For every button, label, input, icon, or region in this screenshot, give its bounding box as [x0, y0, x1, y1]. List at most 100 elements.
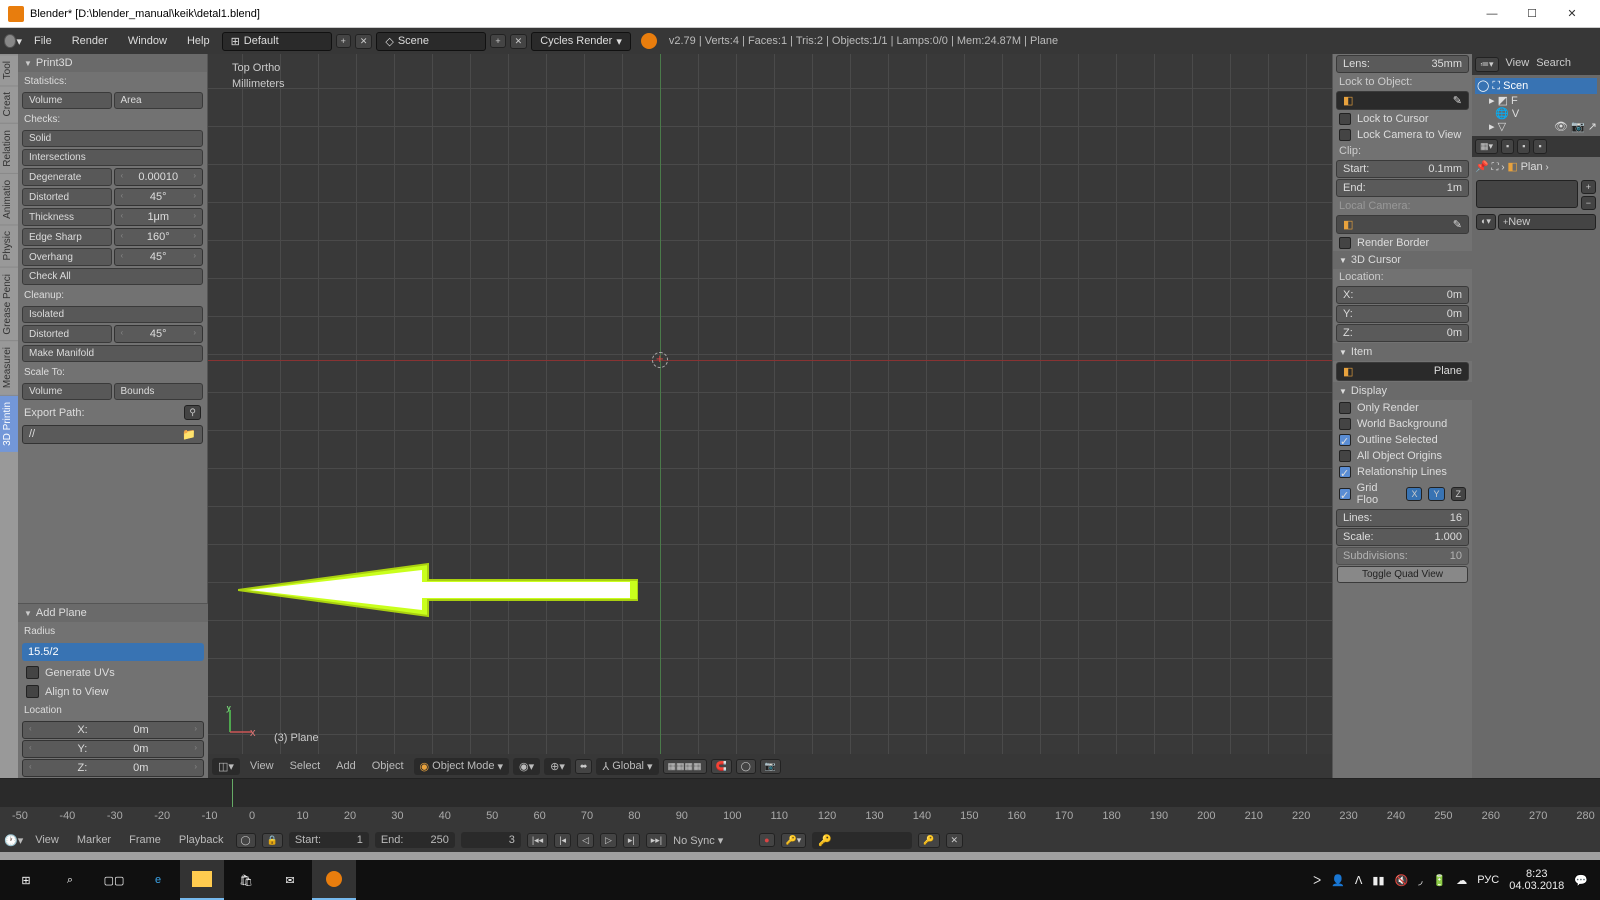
- checkall-button[interactable]: Check All: [22, 268, 203, 285]
- start-button[interactable]: ⊞: [4, 860, 48, 900]
- remove-slot-button[interactable]: −: [1581, 196, 1596, 210]
- gridfloor-checkbox[interactable]: ✓: [1339, 488, 1351, 500]
- sync-dropdown[interactable]: No Sync ▾: [673, 834, 753, 847]
- jump-start-button[interactable]: |◂◂: [527, 833, 548, 848]
- folder-icon[interactable]: 📁: [182, 428, 196, 441]
- lock-camera-checkbox[interactable]: [1339, 129, 1351, 141]
- grid-x-toggle[interactable]: X: [1406, 487, 1422, 501]
- volume-button[interactable]: Volume: [22, 92, 112, 109]
- language-indicator[interactable]: РУС: [1477, 874, 1499, 886]
- record-button[interactable]: ●: [759, 833, 774, 847]
- maximize-button[interactable]: ☐: [1512, 0, 1552, 28]
- edge-icon[interactable]: e: [136, 860, 180, 900]
- tab-physics[interactable]: Physic: [0, 224, 18, 266]
- new-material-button[interactable]: +New: [1498, 214, 1596, 230]
- tl-frame[interactable]: Frame: [123, 834, 167, 846]
- tray-up-icon[interactable]: ᐱ: [1355, 874, 1363, 887]
- people-icon[interactable]: 👤: [1331, 874, 1345, 887]
- shading-dropdown[interactable]: ◉▾: [513, 758, 540, 775]
- generate-uvs-checkbox[interactable]: [26, 666, 39, 679]
- jump-end-button[interactable]: ▸▸|: [646, 833, 667, 848]
- volume2-button[interactable]: Volume: [22, 383, 112, 400]
- scene-dropdown[interactable]: ◇Scene: [376, 32, 486, 51]
- tab-3dprint[interactable]: 3D Printin: [0, 395, 18, 452]
- material-slot[interactable]: [1476, 180, 1578, 208]
- lock-object-field[interactable]: ◧✎: [1336, 91, 1469, 110]
- outliner-type-icon[interactable]: ≔▾: [1475, 57, 1499, 72]
- location-x[interactable]: ‹X:0m›: [22, 721, 204, 739]
- keying-dropdown[interactable]: 🔑▾: [781, 833, 807, 848]
- pin-icon[interactable]: 📌: [1475, 161, 1489, 173]
- operator-header[interactable]: Add Plane: [18, 604, 208, 622]
- playhead[interactable]: [232, 779, 233, 807]
- mail-icon[interactable]: ✉: [268, 860, 312, 900]
- vh-add[interactable]: Add: [330, 760, 362, 772]
- minimize-button[interactable]: —: [1472, 0, 1512, 28]
- add-scene-button[interactable]: +: [490, 34, 505, 48]
- add-slot-button[interactable]: +: [1581, 180, 1596, 194]
- item-header[interactable]: Item: [1333, 343, 1472, 361]
- overhang-value[interactable]: ‹45°›: [114, 248, 204, 266]
- cursor-y[interactable]: Y:0m: [1336, 305, 1469, 323]
- onedrive-icon[interactable]: ☁: [1456, 874, 1467, 887]
- solid-button[interactable]: Solid: [22, 130, 203, 147]
- isolated-button[interactable]: Isolated: [22, 306, 203, 323]
- print3d-header[interactable]: Print3D: [18, 54, 207, 72]
- remove-layout-button[interactable]: ✕: [355, 34, 373, 49]
- toggle-quad-button[interactable]: Toggle Quad View: [1337, 566, 1468, 583]
- notifications-icon[interactable]: 💬: [1574, 874, 1588, 887]
- cursor-x[interactable]: X:0m: [1336, 286, 1469, 304]
- snap-button[interactable]: 🧲: [711, 759, 732, 774]
- bounds-button[interactable]: Bounds: [114, 383, 204, 400]
- scale-field[interactable]: Scale:1.000: [1336, 528, 1469, 546]
- start-frame[interactable]: Start:1: [289, 832, 369, 848]
- local-camera-field[interactable]: ◧✎: [1336, 215, 1469, 234]
- export-path-field[interactable]: //📁: [22, 425, 203, 444]
- add-layout-button[interactable]: +: [336, 34, 351, 48]
- location-y[interactable]: ‹Y:0m›: [22, 740, 204, 758]
- export-browse-button[interactable]: ⚲: [184, 405, 201, 420]
- properties-editor-icon[interactable]: ▦▾: [1475, 139, 1498, 154]
- proportional-button[interactable]: ◯: [736, 759, 756, 774]
- clip-start[interactable]: Start:0.1mm: [1336, 160, 1469, 178]
- thickness-value[interactable]: ‹1μm›: [114, 208, 204, 226]
- distorted2-value[interactable]: ‹45°›: [114, 325, 204, 343]
- grid-z-toggle[interactable]: Z: [1451, 487, 1467, 501]
- tl-playback[interactable]: Playback: [173, 834, 230, 846]
- menu-render[interactable]: Render: [64, 35, 116, 47]
- 3d-cursor-header[interactable]: 3D Cursor: [1333, 251, 1472, 269]
- edgesharp-button[interactable]: Edge Sharp: [22, 228, 112, 246]
- key-delete-button[interactable]: ✕: [946, 833, 964, 848]
- outliner-view[interactable]: View: [1502, 57, 1534, 72]
- menu-help[interactable]: Help: [179, 35, 218, 47]
- lines-field[interactable]: Lines:16: [1336, 509, 1469, 527]
- end-frame[interactable]: End:250: [375, 832, 455, 848]
- distorted2-button[interactable]: Distorted: [22, 325, 112, 343]
- task-view-button[interactable]: ▢▢: [92, 860, 136, 900]
- timeline-editor-icon[interactable]: 🕐▾: [4, 834, 23, 847]
- eyedropper-icon[interactable]: ✎: [1453, 218, 1462, 231]
- keying-set[interactable]: 🔑: [812, 832, 912, 849]
- material-browse-icon[interactable]: ◐▾: [1476, 214, 1496, 230]
- tray-up-icon[interactable]: ᐳ: [1313, 874, 1321, 887]
- jump-next-button[interactable]: ▸|: [623, 833, 640, 848]
- tab-tools[interactable]: Tool: [0, 54, 18, 85]
- battery-icon[interactable]: 🔋: [1433, 874, 1447, 887]
- menu-file[interactable]: File: [26, 35, 60, 47]
- edgesharp-value[interactable]: ‹160°›: [114, 228, 204, 246]
- play-button[interactable]: ▷: [600, 833, 617, 848]
- render-border-checkbox[interactable]: [1339, 237, 1351, 249]
- tl-view[interactable]: View: [29, 834, 65, 846]
- layers-grid[interactable]: ▦▦▦▦: [663, 759, 707, 774]
- explorer-icon[interactable]: [180, 860, 224, 900]
- world-bg-checkbox[interactable]: [1339, 418, 1351, 430]
- only-render-checkbox[interactable]: [1339, 402, 1351, 414]
- volume-icon[interactable]: 🔇: [1395, 874, 1409, 887]
- thickness-button[interactable]: Thickness: [22, 208, 112, 226]
- pivot-dropdown[interactable]: ⊕▾: [544, 758, 571, 775]
- tab-grease-pencil[interactable]: Grease Penci: [0, 267, 18, 341]
- area-button[interactable]: Area: [114, 92, 204, 109]
- grid-y-toggle[interactable]: Y: [1428, 487, 1444, 501]
- degenerate-value[interactable]: ‹0.00010›: [114, 168, 204, 186]
- prop-tab1[interactable]: ▪: [1501, 139, 1514, 154]
